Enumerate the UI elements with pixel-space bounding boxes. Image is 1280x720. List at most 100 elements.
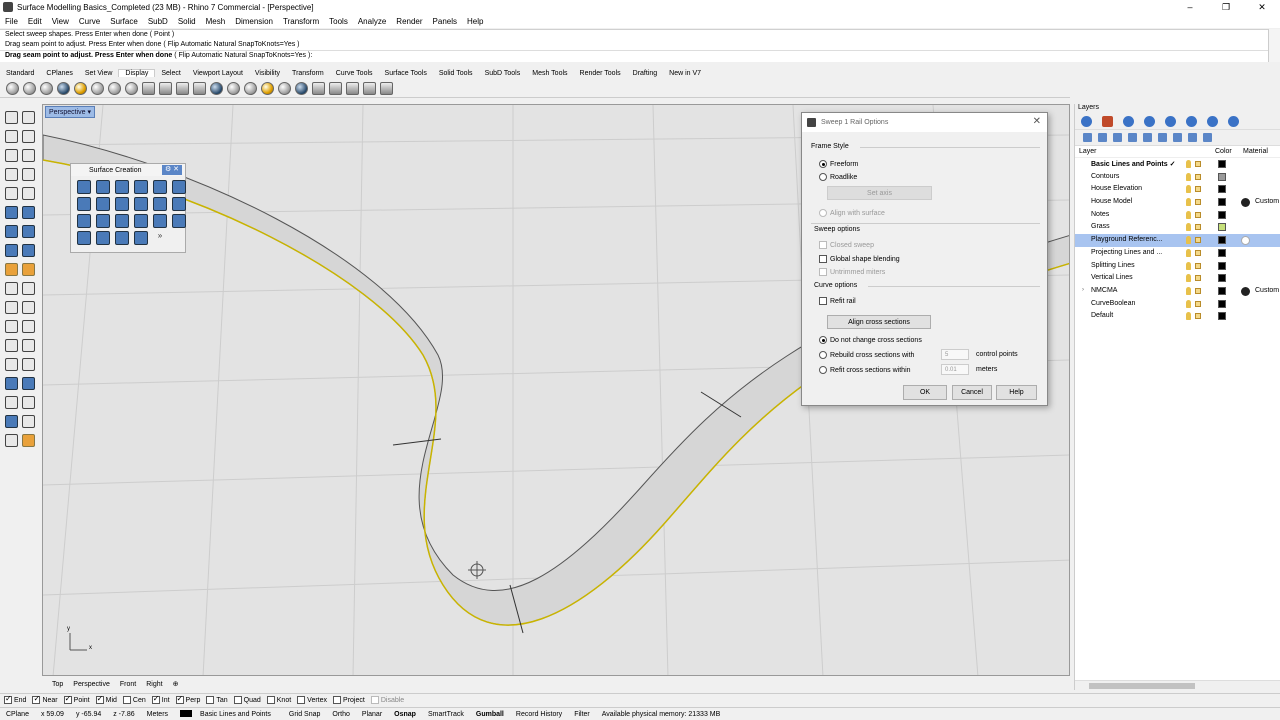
solid-tools-icon[interactable] xyxy=(22,225,35,238)
tab-render-tools[interactable]: Render Tools xyxy=(574,70,627,77)
osnap-quad-checkbox[interactable]: Quad xyxy=(233,696,261,704)
layer-name[interactable]: Grass xyxy=(1091,223,1110,230)
tab-mesh-tools[interactable]: Mesh Tools xyxy=(526,70,573,77)
clipping-icon[interactable] xyxy=(312,82,325,95)
select-icon[interactable] xyxy=(5,111,18,124)
isocurve-icon[interactable] xyxy=(176,82,189,95)
no-change-radio[interactable]: Do not change cross sections xyxy=(819,336,922,344)
new-layer-icon[interactable] xyxy=(1083,133,1092,142)
lights-tab-icon[interactable] xyxy=(1165,116,1176,127)
layer-row[interactable]: Notes xyxy=(1075,209,1280,222)
lock-icon[interactable] xyxy=(1195,186,1201,193)
viewport-tab-perspective[interactable]: Perspective xyxy=(68,681,115,688)
lock-icon[interactable] xyxy=(1195,224,1201,231)
rebuild-count-input[interactable]: 5 xyxy=(941,349,969,360)
osnap-toggle[interactable]: Osnap xyxy=(388,711,422,718)
visibility-bulb-icon[interactable] xyxy=(1186,223,1191,232)
viewport-tab-right[interactable]: Right xyxy=(141,681,167,688)
layer-row[interactable]: Contours xyxy=(1075,171,1280,184)
layer-color-swatch[interactable] xyxy=(1218,160,1226,168)
layer-name[interactable]: Contours xyxy=(1091,173,1119,180)
srf-heightfield-icon[interactable] xyxy=(172,180,186,194)
rendered-icon[interactable] xyxy=(40,82,53,95)
visibility-bulb-icon[interactable] xyxy=(1186,172,1191,181)
closed-sweep-checkbox[interactable]: Closed sweep xyxy=(819,241,874,249)
refit-tolerance-input[interactable]: 0.01 xyxy=(941,364,969,375)
wireframe-icon[interactable] xyxy=(6,82,19,95)
filter-toggle[interactable]: Filter xyxy=(568,711,596,718)
layer-color-swatch[interactable] xyxy=(1218,261,1226,270)
tab-curve-tools[interactable]: Curve Tools xyxy=(330,70,379,77)
edge-srf-icon[interactable] xyxy=(77,214,91,228)
layer-row[interactable]: Playground Referenc... xyxy=(1075,234,1280,247)
menu-panels[interactable]: Panels xyxy=(428,17,462,26)
text-icon[interactable] xyxy=(5,339,18,352)
menu-render[interactable]: Render xyxy=(391,17,427,26)
mirror-icon[interactable] xyxy=(22,358,35,371)
arch-icon[interactable] xyxy=(134,231,148,245)
visibility-bulb-icon[interactable] xyxy=(1186,160,1191,168)
hide-icon[interactable] xyxy=(5,396,18,409)
cross-icon[interactable] xyxy=(329,82,342,95)
material-sphere-icon[interactable] xyxy=(1241,198,1250,208)
move-up-icon[interactable] xyxy=(1128,133,1137,142)
record-history-toggle[interactable]: Record History xyxy=(510,711,568,718)
surface-creation-panel[interactable]: Surface Creation ⚙ ✕ » xyxy=(70,163,186,253)
fillet-srf-icon[interactable] xyxy=(115,231,129,245)
more-tools-icon[interactable]: » xyxy=(153,231,167,245)
menu-solid[interactable]: Solid xyxy=(173,17,201,26)
rebuild-radio[interactable]: Rebuild cross sections with xyxy=(819,351,914,359)
filter-icon[interactable] xyxy=(1173,133,1182,142)
osnap-knot-checkbox[interactable]: Knot xyxy=(266,696,291,704)
tab-subd-tools[interactable]: SubD Tools xyxy=(479,70,527,77)
new-sublayer-icon[interactable] xyxy=(1098,133,1107,142)
ghosted-icon[interactable] xyxy=(57,82,70,95)
menu-surface[interactable]: Surface xyxy=(105,17,143,26)
polygon-icon[interactable] xyxy=(5,168,18,181)
environment-icon[interactable] xyxy=(227,82,240,95)
match-srf-icon[interactable] xyxy=(96,231,110,245)
layer-name[interactable]: House Model xyxy=(1091,198,1132,205)
tab-new-in-v7[interactable]: New in V7 xyxy=(663,70,707,77)
osnap-near-checkbox[interactable]: Near xyxy=(32,694,58,704)
display-tab-icon[interactable] xyxy=(1123,116,1134,127)
tab-cplanes[interactable]: CPlanes xyxy=(40,70,78,77)
arc-icon[interactable] xyxy=(5,187,18,200)
lock-icon[interactable] xyxy=(1195,249,1201,256)
current-layer[interactable]: Basic Lines and Points xyxy=(174,710,283,718)
roadlike-radio[interactable]: Roadlike xyxy=(819,173,857,181)
visibility-bulb-icon[interactable] xyxy=(1186,185,1191,194)
layer-row[interactable]: Splitting Lines xyxy=(1075,260,1280,273)
set-axis-button[interactable]: Set axis xyxy=(827,186,932,200)
pen-icon[interactable] xyxy=(142,82,155,95)
col-material[interactable]: Material xyxy=(1243,148,1268,155)
camera-icon[interactable] xyxy=(295,82,308,95)
lock-icon[interactable] xyxy=(1195,211,1201,218)
zebra-icon[interactable] xyxy=(363,82,376,95)
layer-name[interactable]: Projecting Lines and ... xyxy=(1091,249,1162,256)
mesh-icon[interactable] xyxy=(5,244,18,257)
menu-analyze[interactable]: Analyze xyxy=(353,17,391,26)
help-icon[interactable] xyxy=(1203,133,1212,142)
seam-point-handle[interactable] xyxy=(468,561,486,579)
rectangle-icon[interactable] xyxy=(22,168,35,181)
menu-subd[interactable]: SubD xyxy=(143,17,173,26)
lock-icon[interactable] xyxy=(1195,287,1201,294)
menu-edit[interactable]: Edit xyxy=(23,17,47,26)
osnap-vertex-checkbox[interactable]: Vertex xyxy=(297,696,327,704)
point-icon[interactable] xyxy=(22,111,35,124)
menu-view[interactable]: View xyxy=(47,17,74,26)
osnap-point-checkbox[interactable]: Point xyxy=(63,694,90,704)
extrude-srf-icon[interactable] xyxy=(172,197,186,211)
dialog-close-icon[interactable]: ✕ xyxy=(1033,116,1041,127)
transform-icon[interactable] xyxy=(22,263,35,276)
curve-icon[interactable] xyxy=(22,130,35,143)
torus-icon[interactable] xyxy=(172,214,186,228)
command-scrollbar[interactable] xyxy=(1268,29,1280,62)
cancel-button[interactable]: Cancel xyxy=(952,385,992,400)
osnap-perp-checkbox[interactable]: Perp xyxy=(175,694,200,704)
scrollbar-thumb[interactable] xyxy=(1089,683,1195,689)
expand-chevron-icon[interactable]: › xyxy=(1082,287,1084,293)
delete-layer-icon[interactable] xyxy=(1113,133,1122,142)
shaded-icon[interactable] xyxy=(23,82,36,95)
